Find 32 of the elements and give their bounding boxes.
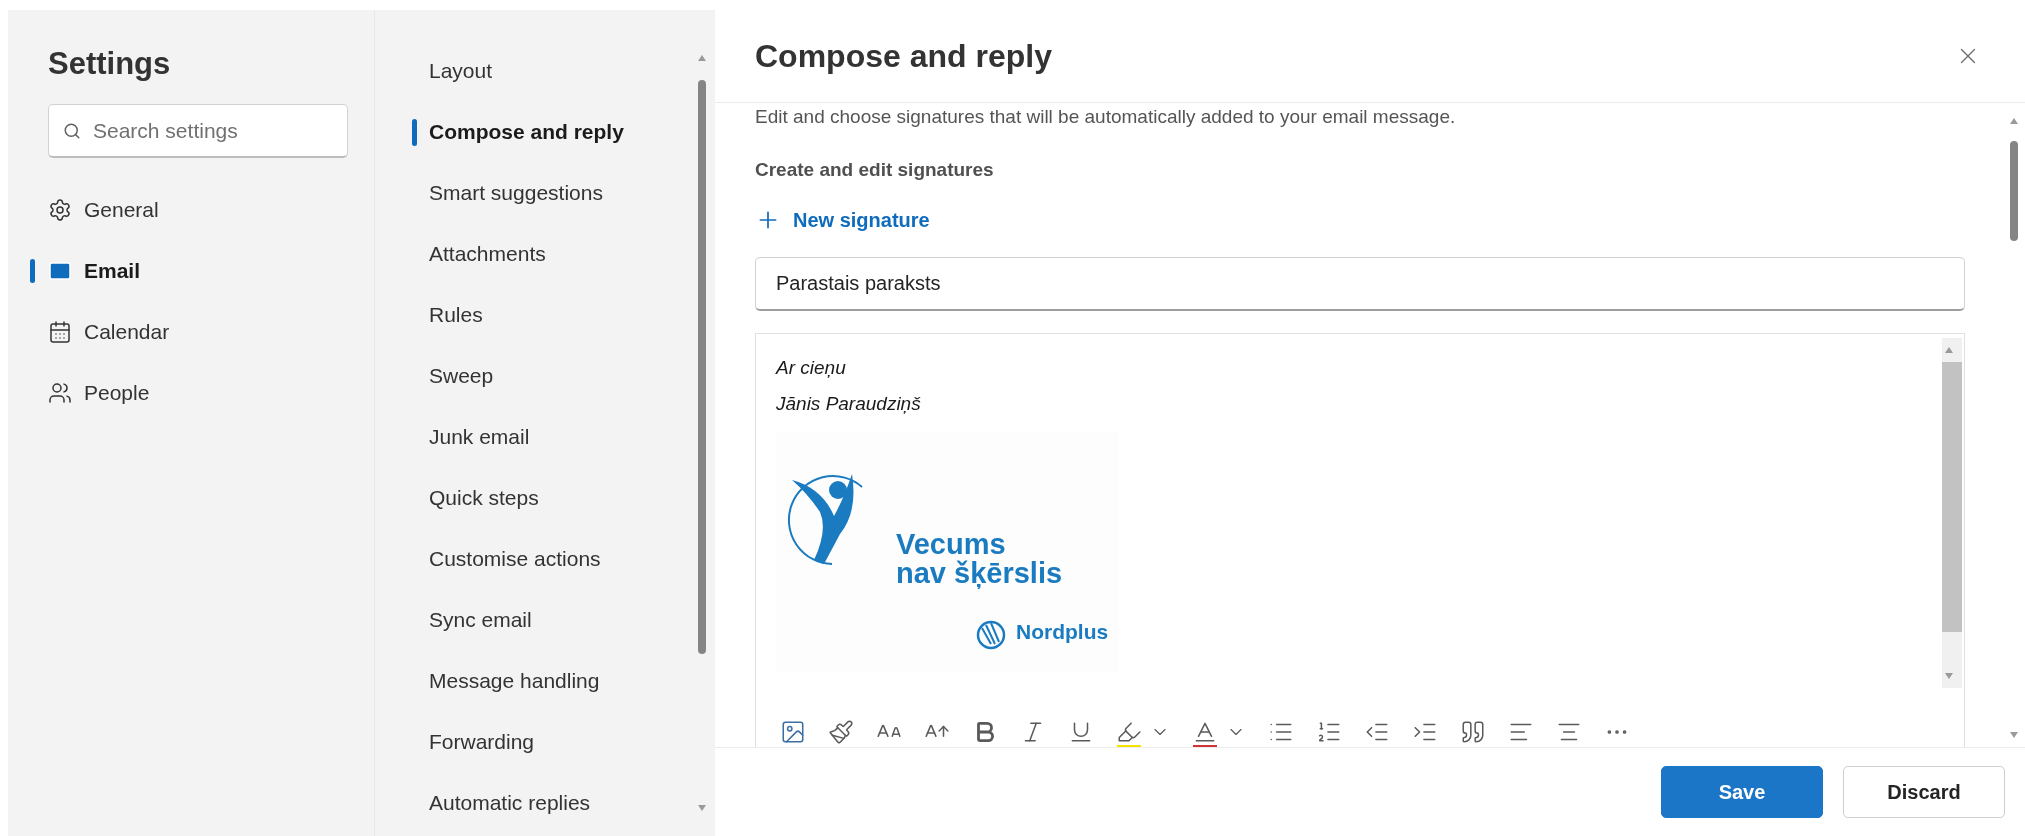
nav-item[interactable]: Compose and reply (411, 101, 715, 162)
nav-item[interactable]: Sync email (411, 589, 715, 650)
nav-item[interactable]: Junk email (411, 406, 715, 467)
nav-item[interactable]: Sweep (411, 345, 715, 406)
category-item[interactable]: General (26, 180, 342, 239)
search-field[interactable]: Search settings (48, 104, 348, 158)
nav-item[interactable]: Smart suggestions (411, 162, 715, 223)
discard-button[interactable]: Discard (1843, 766, 2005, 818)
partner-logo-text: Nordplus (1016, 620, 1109, 644)
category-item[interactable]: Email (26, 241, 342, 300)
new-signature-button[interactable]: New signature (755, 203, 930, 237)
nav-item[interactable]: Layout (411, 40, 715, 101)
logo-text: nav šķērslis (896, 559, 1064, 588)
panel-title: Compose and reply (755, 37, 1052, 75)
nav-item[interactable]: Quick steps (411, 467, 715, 528)
nav-item[interactable]: Attachments (411, 223, 715, 284)
nav-item[interactable]: Customise actions (411, 528, 715, 589)
description-text: Edit and choose signatures that will be automatically added to your email message. (755, 105, 1457, 129)
category-item[interactable]: People (26, 363, 342, 422)
category-item[interactable]: Calendar (26, 302, 342, 361)
signature-text: Jānis Paraudziņš (776, 392, 922, 416)
save-button[interactable]: Save (1661, 766, 1823, 818)
nav-item[interactable]: Forwarding (411, 711, 715, 772)
settings-title: Settings (47, 46, 172, 82)
signature-text: Ar cieņu (776, 356, 847, 380)
signature-editor[interactable]: Ar cieņu Jānis Paraudziņš Vecums nav šķērslis Nordplus (755, 333, 1965, 747)
nav-item[interactable]: Rules (411, 284, 715, 345)
signature-name-field[interactable]: Parastais paraksts (755, 257, 1965, 311)
logo-text: Vecums (896, 530, 1007, 559)
nav-item[interactable]: Automatic replies (411, 772, 715, 833)
nav-item[interactable]: Message handling (411, 650, 715, 711)
section-heading: Create and edit signatures (755, 159, 995, 181)
